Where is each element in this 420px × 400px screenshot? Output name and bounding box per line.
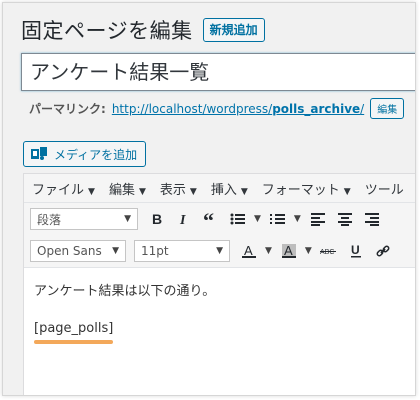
svg-text:B: B: [152, 212, 162, 226]
svg-text:U: U: [351, 244, 360, 257]
menu-edit[interactable]: 編集 ▼: [109, 179, 146, 198]
content-editor: ファイル ▼ 編集 ▼ 表示 ▼ 挿入 ▼ フォーマット ▼ ツール 段落 ▼ B I “: [23, 173, 415, 395]
page-title: 固定ページを編集: [21, 19, 193, 43]
numbered-list-icon[interactable]: [267, 208, 289, 230]
svg-text:ABC: ABC: [320, 249, 334, 256]
text-color-icon[interactable]: A: [238, 240, 260, 262]
edit-permalink-button[interactable]: 編集: [370, 98, 405, 119]
permalink-row: パーマリンク: http://localhost/wordpress/polls…: [29, 98, 405, 119]
add-media-button[interactable]: メディアを追加: [23, 141, 147, 167]
menu-edit-label: 編集: [108, 182, 135, 198]
chevron-down-icon[interactable]: ▼: [265, 246, 272, 256]
align-right-icon[interactable]: [361, 208, 383, 230]
chevron-down-icon: ▼: [343, 186, 351, 197]
align-left-icon[interactable]: [307, 208, 329, 230]
chevron-down-icon[interactable]: ▼: [294, 214, 301, 224]
svg-text:“: “: [203, 212, 214, 226]
svg-text:I: I: [179, 213, 186, 226]
permalink-link[interactable]: http://localhost/wordpress/polls_archive…: [112, 102, 364, 116]
font-family-select[interactable]: Open Sans ▼: [30, 240, 126, 262]
chevron-down-icon: ▼: [189, 186, 197, 197]
add-media-icon: [31, 147, 47, 160]
menu-insert-label: 挿入: [210, 182, 237, 198]
format-select-value: 段落: [37, 212, 62, 227]
strikethrough-icon[interactable]: ABC: [318, 240, 340, 262]
font-family-value: Open Sans: [37, 244, 102, 258]
menu-format[interactable]: フォーマット ▼: [262, 179, 351, 198]
content-paragraph: アンケート結果は以下の通り。: [34, 284, 216, 299]
bulleted-list-icon[interactable]: [227, 208, 249, 230]
link-icon[interactable]: [372, 240, 394, 262]
background-color-icon[interactable]: A: [278, 240, 300, 262]
underline-icon[interactable]: U: [345, 240, 367, 262]
editor-menubar: ファイル ▼ 編集 ▼ 表示 ▼ 挿入 ▼ フォーマット ▼ ツール: [24, 174, 415, 203]
chevron-down-icon: ▼: [88, 186, 95, 197]
blockquote-icon[interactable]: “: [200, 208, 222, 230]
permalink-url-slug: polls_archive: [272, 101, 361, 116]
chevron-down-icon: ▼: [216, 246, 223, 256]
menu-view[interactable]: 表示 ▼: [160, 179, 197, 198]
editor-window: 固定ページを編集 新規追加 アンケート結果一覧 パーマリンク: http://l…: [2, 2, 416, 396]
menu-file[interactable]: ファイル ▼: [32, 179, 95, 198]
menu-file-label: ファイル: [32, 182, 85, 198]
add-media-label: メディアを追加: [54, 147, 138, 162]
shortcode-text: [page_polls]: [34, 321, 114, 336]
permalink-url-suffix: /: [360, 101, 365, 116]
chevron-down-icon: ▼: [240, 186, 248, 197]
editor-toolbar-2: Open Sans ▼ 11pt ▼ A ▼ A ▼ ABC U: [24, 235, 415, 268]
page-header: 固定ページを編集 新規追加: [21, 15, 265, 45]
title-field[interactable]: アンケート結果一覧: [21, 53, 415, 91]
chevron-down-icon[interactable]: ▼: [254, 214, 261, 224]
format-select[interactable]: 段落 ▼: [30, 208, 138, 230]
add-new-button[interactable]: 新規追加: [202, 18, 265, 42]
font-size-select[interactable]: 11pt ▼: [134, 240, 230, 262]
permalink-url-prefix: http://localhost/wordpress/: [111, 101, 273, 116]
svg-text:A: A: [284, 243, 293, 258]
italic-icon[interactable]: I: [173, 208, 195, 230]
align-center-icon[interactable]: [334, 208, 356, 230]
chevron-down-icon[interactable]: ▼: [305, 246, 312, 256]
svg-text:A: A: [244, 243, 253, 258]
permalink-label: パーマリンク:: [29, 102, 106, 116]
editor-content[interactable]: アンケート結果は以下の通り。 [page_polls]: [24, 268, 415, 348]
chevron-down-icon: ▼: [112, 246, 119, 256]
shortcode-wrapper: [page_polls]: [34, 321, 114, 344]
chevron-down-icon: ▼: [124, 214, 131, 224]
editor-toolbar-1: 段落 ▼ B I “ ▼ ▼: [24, 203, 415, 235]
highlight-underline: [34, 340, 114, 344]
menu-insert[interactable]: 挿入 ▼: [211, 179, 248, 198]
chevron-down-icon: ▼: [138, 186, 146, 197]
bold-icon[interactable]: B: [146, 208, 168, 230]
menu-tools-label: ツール: [364, 182, 404, 198]
menu-format-label: フォーマット: [261, 182, 340, 198]
menu-view-label: 表示: [159, 182, 186, 198]
font-size-value: 11pt: [141, 244, 169, 258]
menu-tools[interactable]: ツール: [365, 179, 404, 198]
